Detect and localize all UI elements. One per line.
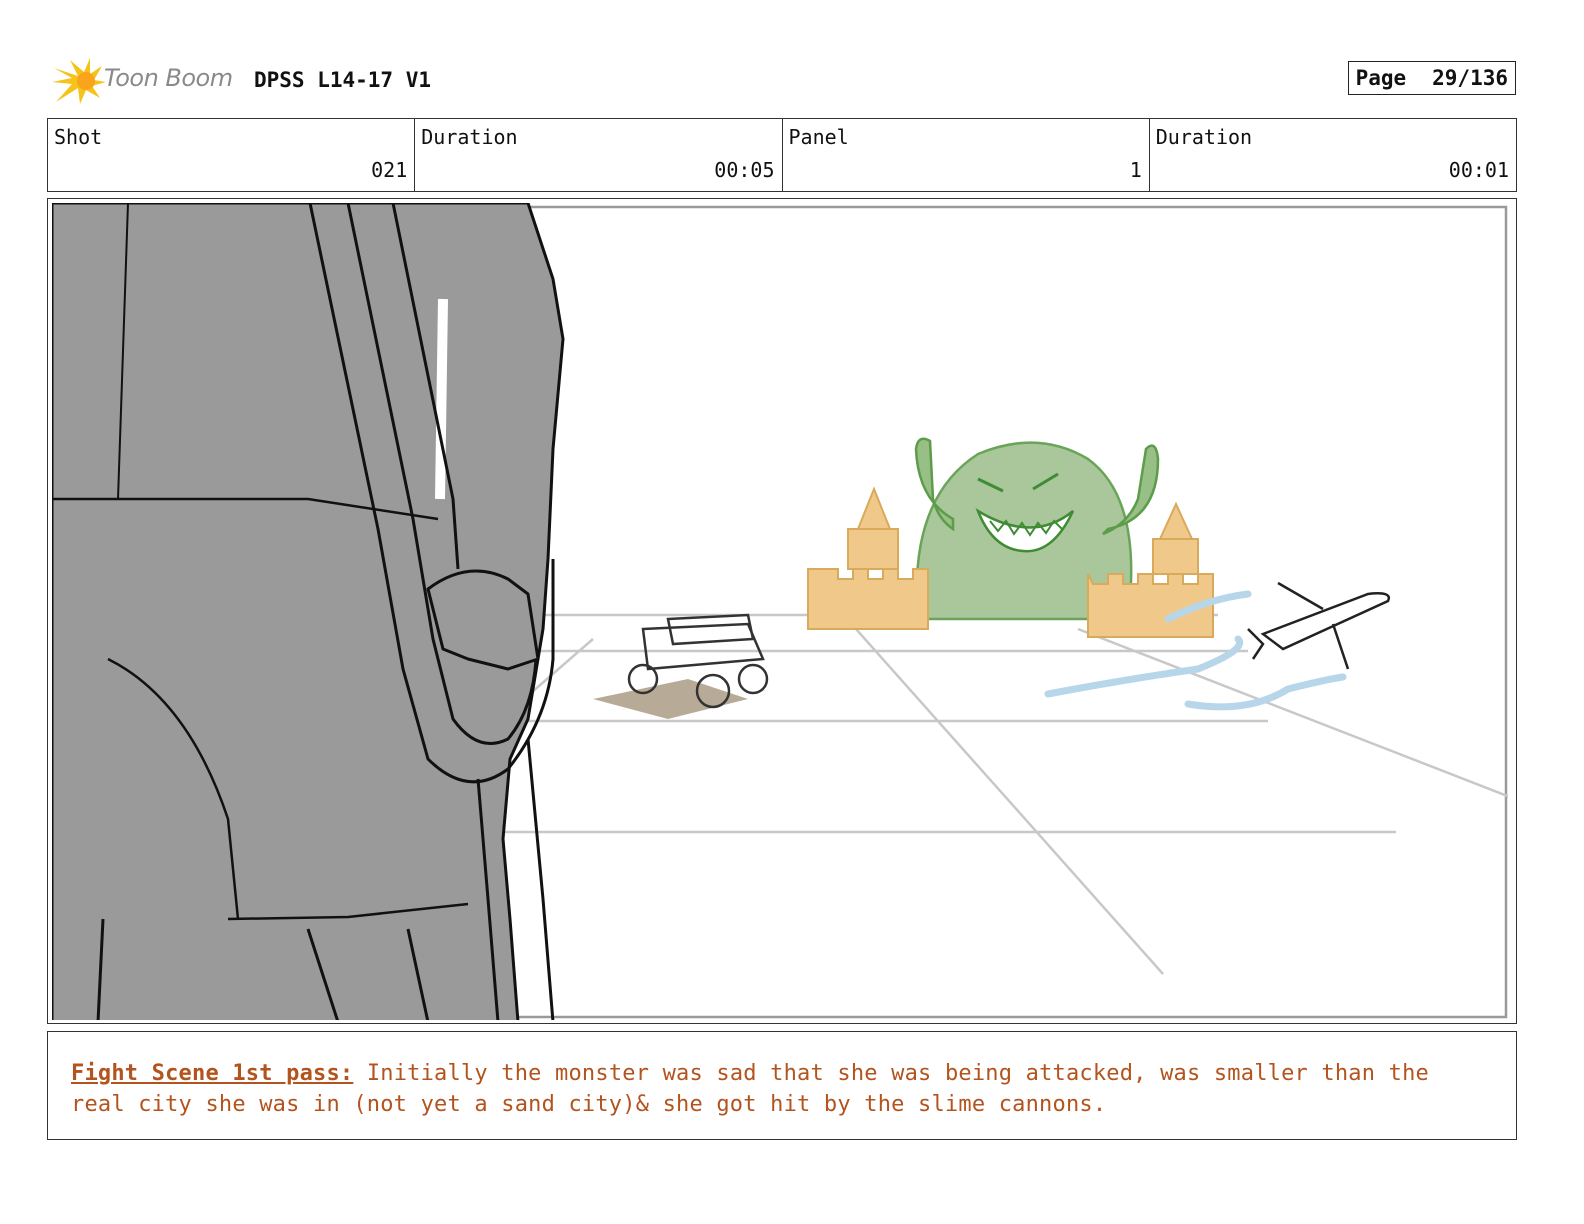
document-title: DPSS L14-17 V1 <box>254 68 432 92</box>
panel-value: 1 <box>1129 158 1142 182</box>
shot-label: Shot <box>54 125 103 149</box>
panel-duration-value: 00:01 <box>1448 158 1509 182</box>
panel-drawing <box>52 203 1508 1020</box>
shot-duration-cell: Duration 00:05 <box>415 119 783 191</box>
shot-info-row: Shot 021 Duration 00:05 Panel 1 Duration… <box>47 118 1517 192</box>
page-label: Page <box>1355 66 1407 90</box>
panel-duration-cell: Duration 00:01 <box>1150 119 1516 191</box>
character-silhouette <box>52 203 565 1020</box>
panel-caption: Fight Scene 1st pass: Initially the mons… <box>47 1031 1517 1140</box>
storyboard-panel <box>47 198 1517 1024</box>
shot-cell: Shot 021 <box>48 119 416 191</box>
panel-cell: Panel 1 <box>783 119 1150 191</box>
page-number: 29/136 <box>1432 66 1508 90</box>
panel-label: Panel <box>788 125 849 149</box>
sun-burst-icon <box>52 58 106 104</box>
page-counter: Page 29/136 <box>1347 61 1516 95</box>
caption-title: Fight Scene 1st pass: <box>71 1061 354 1086</box>
shot-duration-label: Duration <box>421 125 518 149</box>
shot-duration-value: 00:05 <box>714 158 775 182</box>
shot-value: 021 <box>371 158 408 182</box>
logo-text: Toon Boom <box>104 64 233 92</box>
panel-duration-label: Duration <box>1155 125 1253 149</box>
toon-boom-logo: Toon Boom <box>50 56 250 106</box>
page-header: Toon Boom DPSS L14-17 V1 Page 29/136 <box>50 56 1538 106</box>
